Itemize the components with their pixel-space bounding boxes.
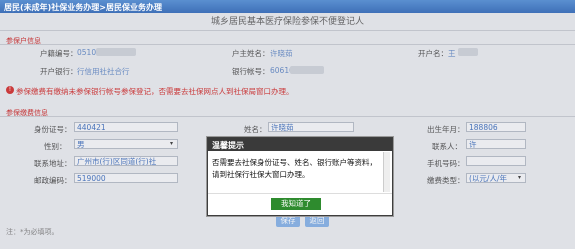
dialog-message: 否需要去社保身份证号、姓名、银行账户等资料，请到社保行社保大窗口办理。 — [212, 158, 377, 179]
top-bar: 居民(未成年)社保业务办理>居民保业务办理 — [0, 0, 575, 13]
dialog-ok-button[interactable]: 我知道了 — [271, 198, 321, 210]
dialog-scrollbar[interactable] — [383, 152, 390, 192]
dialog-divider — [208, 193, 392, 194]
dialog-title: 温馨提示 — [212, 141, 244, 150]
breadcrumb: 居民(未成年)社保业务办理>居民保业务办理 — [4, 3, 163, 12]
dialog-header: 温馨提示 — [208, 138, 392, 151]
tip-dialog: 温馨提示 否需要去社保身份证号、姓名、银行账户等资料，请到社保行社保大窗口办理。… — [207, 137, 393, 216]
